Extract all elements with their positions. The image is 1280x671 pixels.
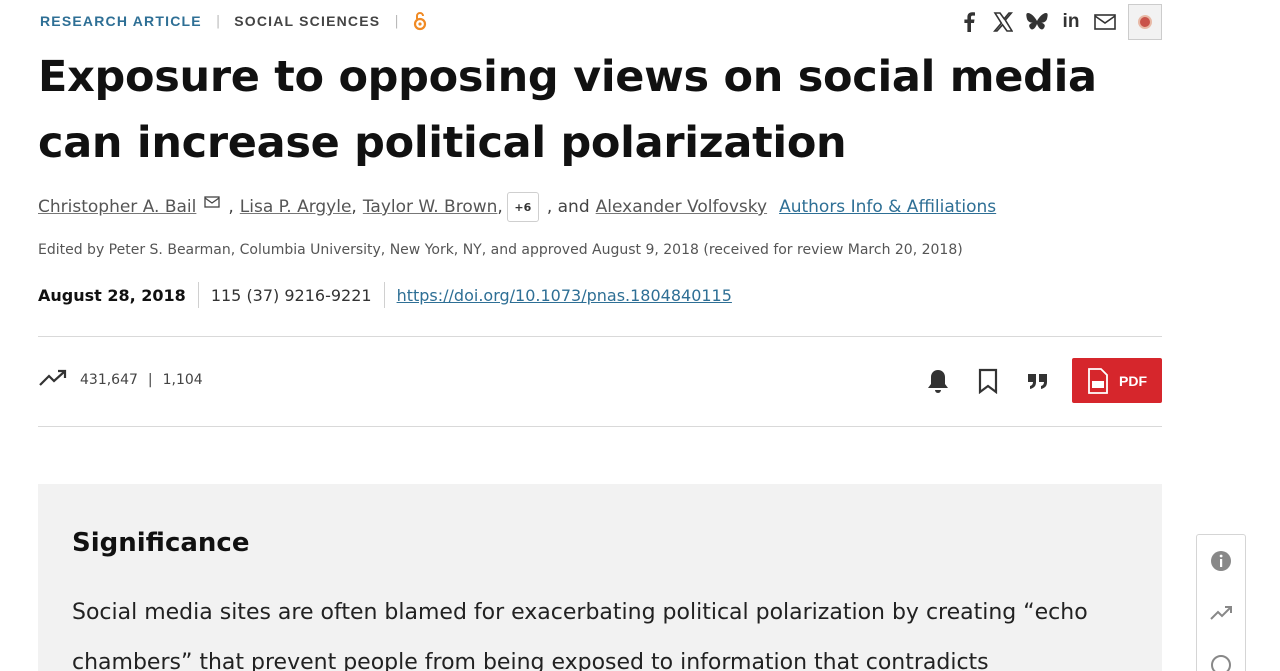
pdf-label: PDF (1119, 372, 1147, 389)
author-list: Christopher A. Bail , Lisa P. Argyle , T… (38, 192, 996, 222)
kicker-separator: | (394, 13, 399, 29)
email-icon[interactable] (1094, 11, 1116, 33)
significance-section: Significance Social media sites are ofte… (38, 484, 1162, 671)
author-separator: , (351, 197, 357, 217)
significance-heading: Significance (72, 528, 250, 558)
author-link[interactable]: Taylor W. Brown (363, 197, 498, 217)
circle-icon (1211, 655, 1231, 671)
side-tool-panel (1196, 534, 1246, 671)
info-button[interactable] (1197, 535, 1245, 587)
more-authors-button[interactable]: +6 (506, 192, 539, 222)
article-type-label[interactable]: RESEARCH ARTICLE (40, 13, 202, 29)
pdf-file-icon (1088, 367, 1108, 394)
significance-text: Social media sites are often blamed for … (72, 600, 1088, 671)
doi-link[interactable]: https://doi.org/10.1073/pnas.1804840115 (397, 286, 732, 305)
author-link[interactable]: Christopher A. Bail (38, 197, 196, 217)
corresponding-email-icon[interactable] (204, 196, 221, 208)
open-access-icon (413, 11, 429, 31)
kicker-separator: | (215, 13, 221, 29)
volume-citation: 115 (37) 9216-9221 (210, 285, 372, 305)
citation-count[interactable]: 1,104 (163, 372, 203, 388)
info-icon (1211, 551, 1231, 571)
altmetric-donut-icon (1138, 15, 1152, 29)
bookmark-button[interactable] (968, 359, 1008, 403)
section-label[interactable]: SOCIAL SCIENCES (234, 13, 380, 29)
trending-icon (1210, 606, 1232, 620)
divider (383, 282, 385, 308)
article-title: Exposure to opposing views on social med… (38, 52, 1097, 168)
share-bar: in (958, 4, 1162, 40)
divider (38, 336, 1162, 337)
author-conjunction: , and (546, 197, 590, 217)
publication-date: August 28, 2018 (38, 285, 186, 305)
altmetric-badge[interactable] (1128, 4, 1162, 40)
cite-quote-button[interactable] (1018, 359, 1058, 403)
metrics-button[interactable] (1197, 587, 1245, 639)
bluesky-icon[interactable] (1026, 11, 1048, 33)
divider (38, 426, 1162, 427)
author-link[interactable]: Alexander Volfovsky (596, 197, 767, 217)
x-icon[interactable] (992, 11, 1014, 33)
facebook-icon[interactable] (958, 11, 980, 33)
more-tools-button[interactable] (1197, 639, 1245, 671)
affiliations-link[interactable]: Authors Info & Affiliations (779, 197, 996, 217)
article-toolbar: PDF (908, 358, 1162, 403)
divider (197, 282, 199, 308)
author-separator: , (228, 197, 234, 217)
metrics-separator: | (147, 372, 153, 388)
trending-icon (38, 368, 70, 392)
author-separator: , (497, 197, 503, 217)
article-meta-bar: RESEARCH ARTICLE | SOCIAL SCIENCES | in (40, 4, 1162, 40)
author-link[interactable]: Lisa P. Argyle (240, 197, 352, 217)
editorial-note: Edited by Peter S. Bearman, Columbia Uni… (38, 242, 963, 258)
alert-bell-button[interactable] (918, 359, 958, 403)
linkedin-icon[interactable]: in (1060, 11, 1082, 33)
article-metrics: 431,647 | 1,104 (38, 368, 203, 392)
publication-info: August 28, 2018 115 (37) 9216-9221 https… (38, 282, 732, 308)
pdf-download-button[interactable]: PDF (1072, 358, 1162, 403)
view-count[interactable]: 431,647 (80, 372, 138, 388)
